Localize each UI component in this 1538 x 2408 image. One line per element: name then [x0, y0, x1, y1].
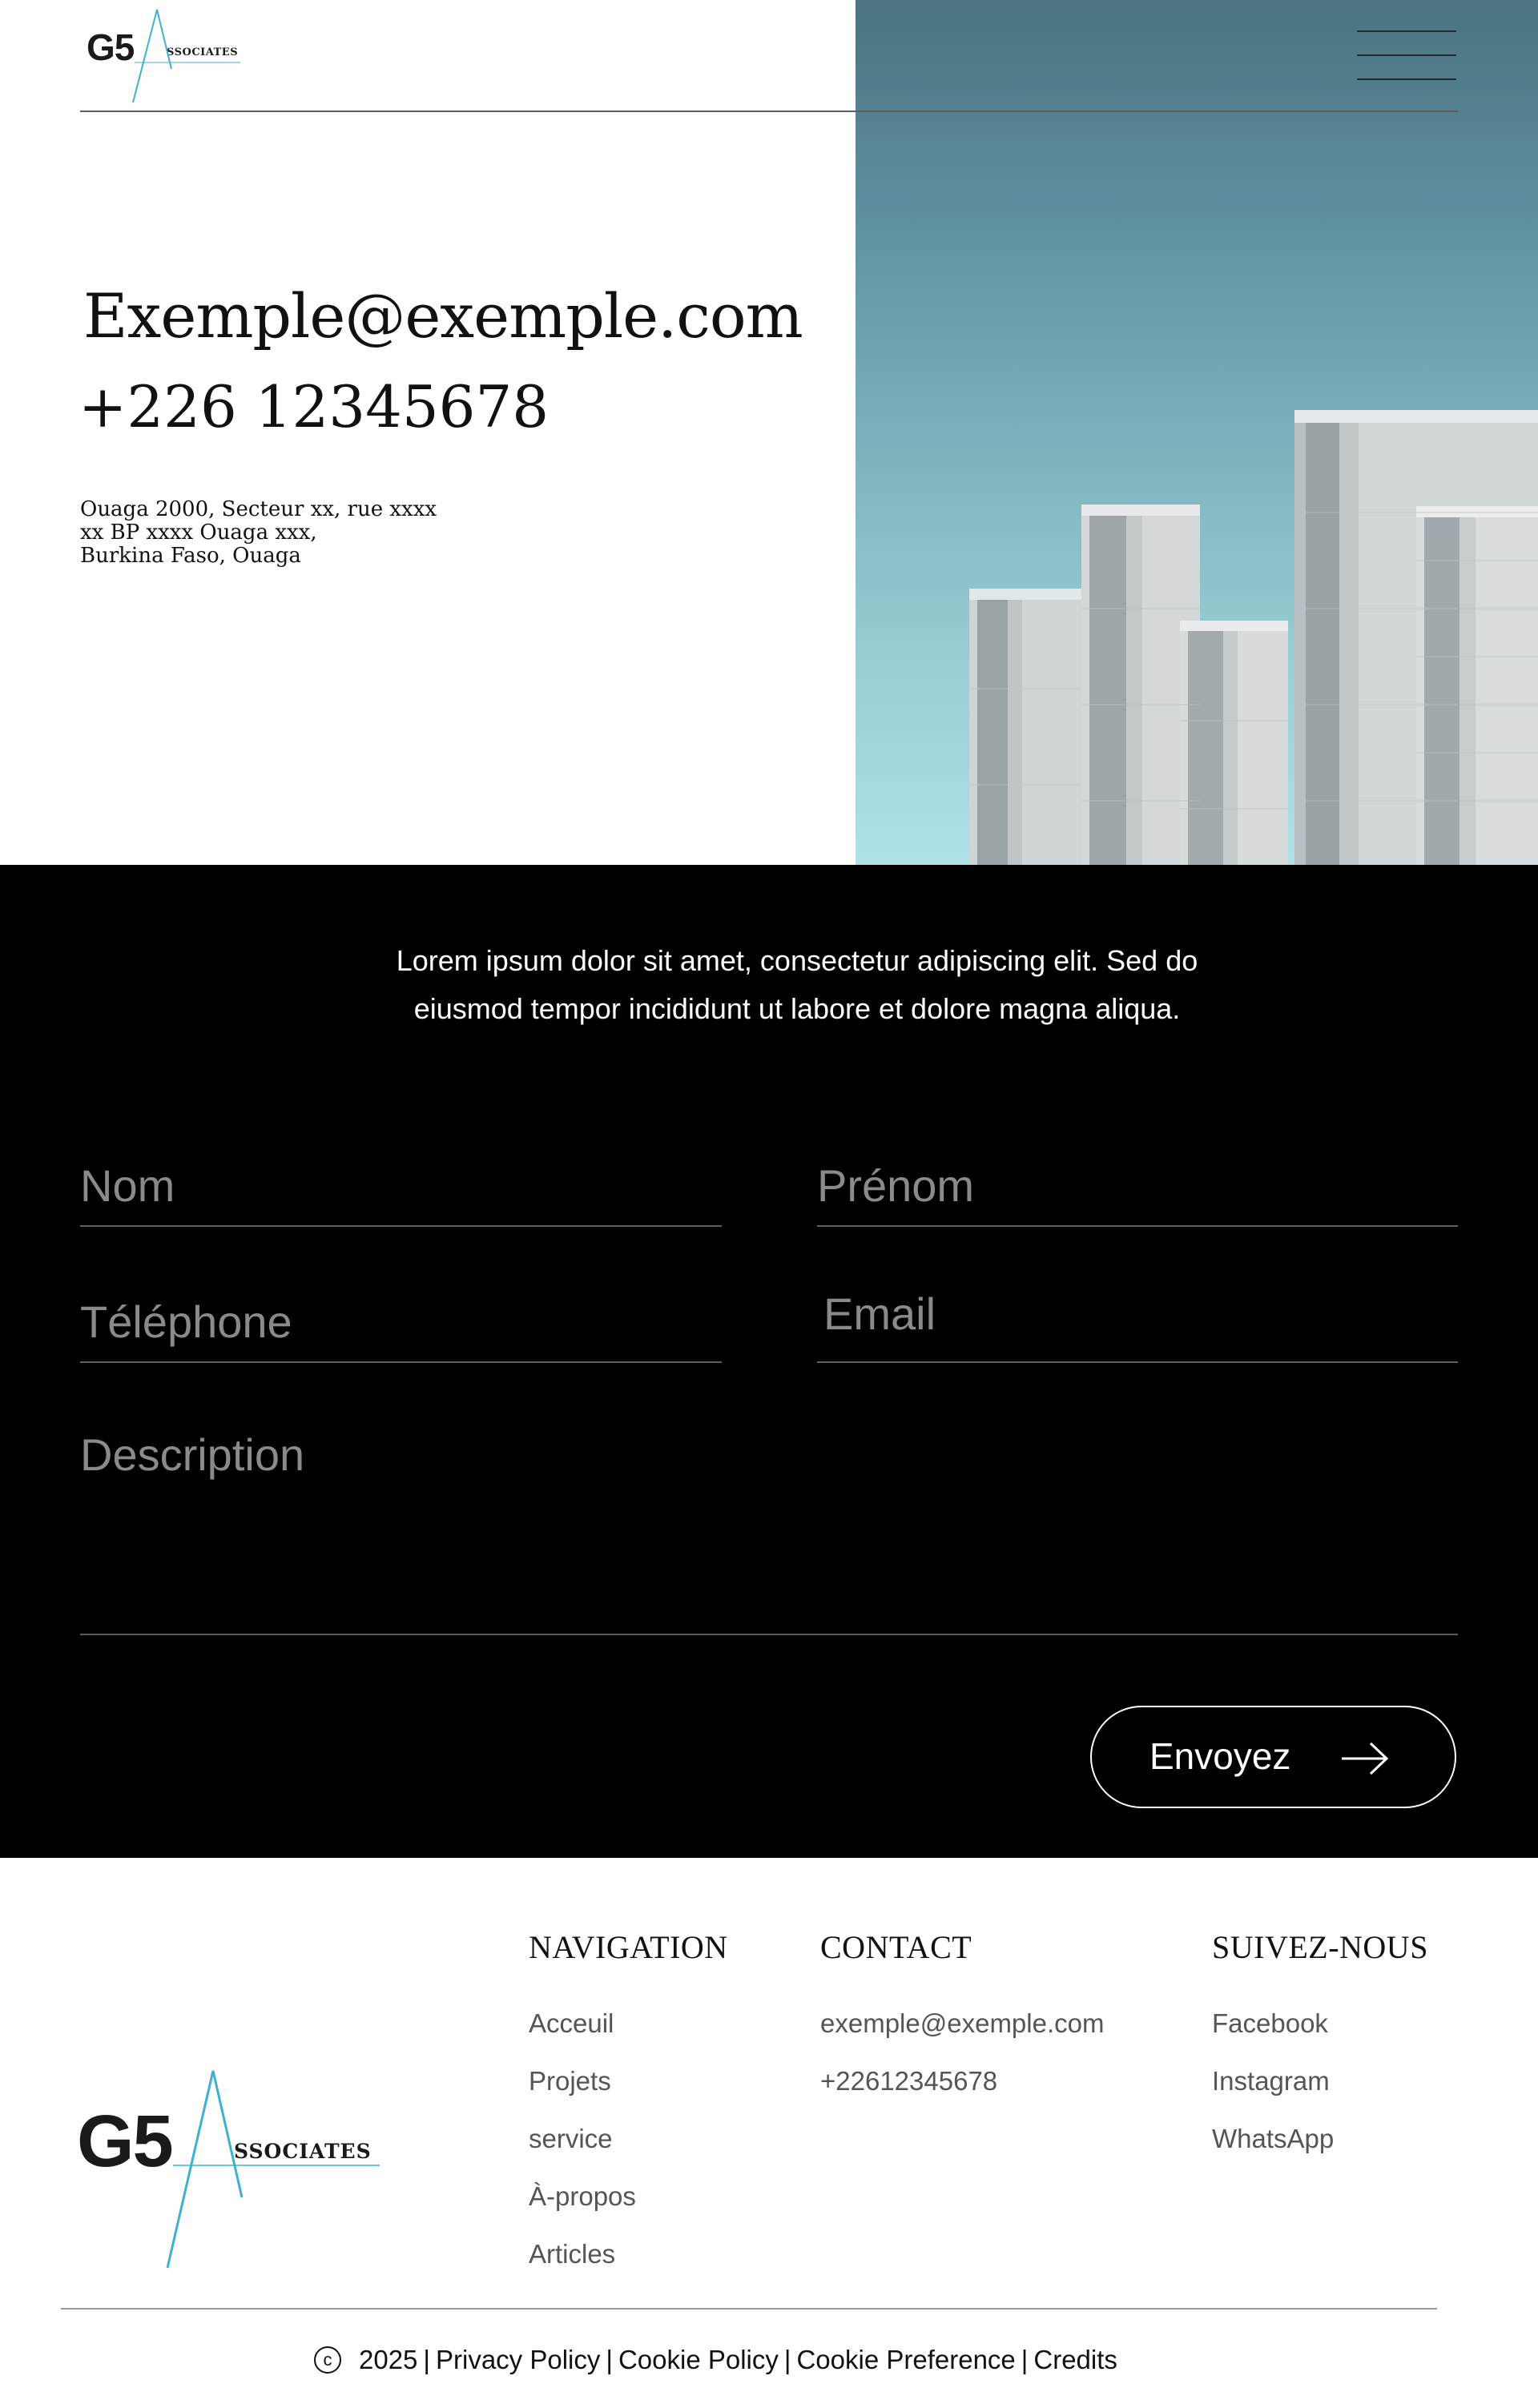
description-textarea[interactable] [80, 1425, 1458, 1634]
cookie-policy-link[interactable]: Cookie Policy [618, 2345, 779, 2375]
footer: G5 SSOCIATES NAVIGATION Acceuil Projets … [0, 1858, 1538, 2408]
email-field-wrapper [817, 1265, 1458, 1363]
hero-address: Ouaga 2000, Secteur xx, rue xxxx xx BP x… [80, 498, 437, 568]
header-logo[interactable]: G5 SSOCIATES [83, 6, 252, 104]
nom-field-wrapper [80, 1145, 722, 1227]
logo-mark-icon [132, 9, 240, 103]
credits-link[interactable]: Credits [1033, 2345, 1117, 2375]
form-intro-text: Lorem ipsum dolor sit amet, consectetur … [396, 944, 1198, 1025]
address-line: Burkina Faso, Ouaga [80, 544, 301, 568]
privacy-policy-link[interactable]: Privacy Policy [436, 2345, 600, 2375]
legal-separator: | [783, 2345, 791, 2374]
legal-separator: | [423, 2345, 430, 2374]
legal-bar: c 2025 | Privacy Policy | Cookie Policy … [314, 2345, 1117, 2375]
email-input[interactable] [817, 1265, 1458, 1361]
footer-navigation: NAVIGATION Acceuil Projets service À-pro… [529, 1928, 728, 2283]
copyright-icon: c [314, 2346, 341, 2374]
nom-input[interactable] [80, 1145, 722, 1225]
nav-link-service[interactable]: service [529, 2110, 728, 2168]
footer-logo[interactable]: G5 SSOCIATES [77, 2069, 389, 2269]
social-title: SUIVEZ-NOUS [1212, 1929, 1428, 1965]
footer-contact-phone[interactable]: +22612345678 [820, 2052, 1104, 2110]
telephone-field-wrapper [80, 1281, 722, 1363]
nav-link-a-propos[interactable]: À-propos [529, 2168, 728, 2225]
social-link-whatsapp[interactable]: WhatsApp [1212, 2110, 1428, 2168]
arrow-right-icon [1342, 1742, 1389, 1775]
social-link-instagram[interactable]: Instagram [1212, 2052, 1428, 2110]
nav-link-articles[interactable]: Articles [529, 2225, 728, 2283]
address-line: xx BP xxxx Ouaga xxx, [80, 521, 317, 545]
building-illustration [969, 410, 1538, 865]
hamburger-menu-icon[interactable] [1357, 29, 1456, 82]
contact-form-section: Lorem ipsum dolor sit amet, consectetur … [0, 865, 1538, 1858]
submit-button[interactable]: Envoyez [1090, 1706, 1456, 1808]
prenom-field-wrapper [817, 1145, 1458, 1227]
copyright-year: 2025 [359, 2345, 418, 2374]
cookie-preference-link[interactable]: Cookie Preference [796, 2345, 1015, 2375]
footer-social: SUIVEZ-NOUS Facebook Instagram WhatsApp [1212, 1928, 1428, 2168]
contact-title: CONTACT [820, 1929, 972, 1965]
address-line: Ouaga 2000, Secteur xx, rue xxxx [80, 497, 437, 521]
nav-link-acceuil[interactable]: Acceuil [529, 1995, 728, 2052]
hero-phone[interactable]: +226 12345678 [79, 373, 549, 440]
footer-contact-email[interactable]: exemple@exemple.com [820, 1995, 1104, 2052]
legal-separator: | [1021, 2345, 1029, 2374]
hero-section: G5 SSOCIATES Exemple@exemple.com +226 12… [0, 0, 1538, 865]
footer-logo-mark-icon [166, 2070, 380, 2269]
header-divider [80, 111, 1458, 112]
legal-separator: | [606, 2345, 613, 2374]
navigation-title: NAVIGATION [529, 1929, 728, 1965]
social-link-facebook[interactable]: Facebook [1212, 1995, 1428, 2052]
prenom-input[interactable] [817, 1145, 1458, 1225]
hero-email[interactable]: Exemple@exemple.com [83, 280, 803, 352]
building-photo [856, 0, 1538, 865]
description-field-wrapper [80, 1425, 1458, 1635]
telephone-input[interactable] [80, 1281, 722, 1361]
footer-divider [61, 2308, 1437, 2310]
nav-link-projets[interactable]: Projets [529, 2052, 728, 2110]
submit-label: Envoyez [1149, 1735, 1291, 1777]
footer-contact: CONTACT exemple@exemple.com +22612345678 [820, 1928, 1104, 2110]
